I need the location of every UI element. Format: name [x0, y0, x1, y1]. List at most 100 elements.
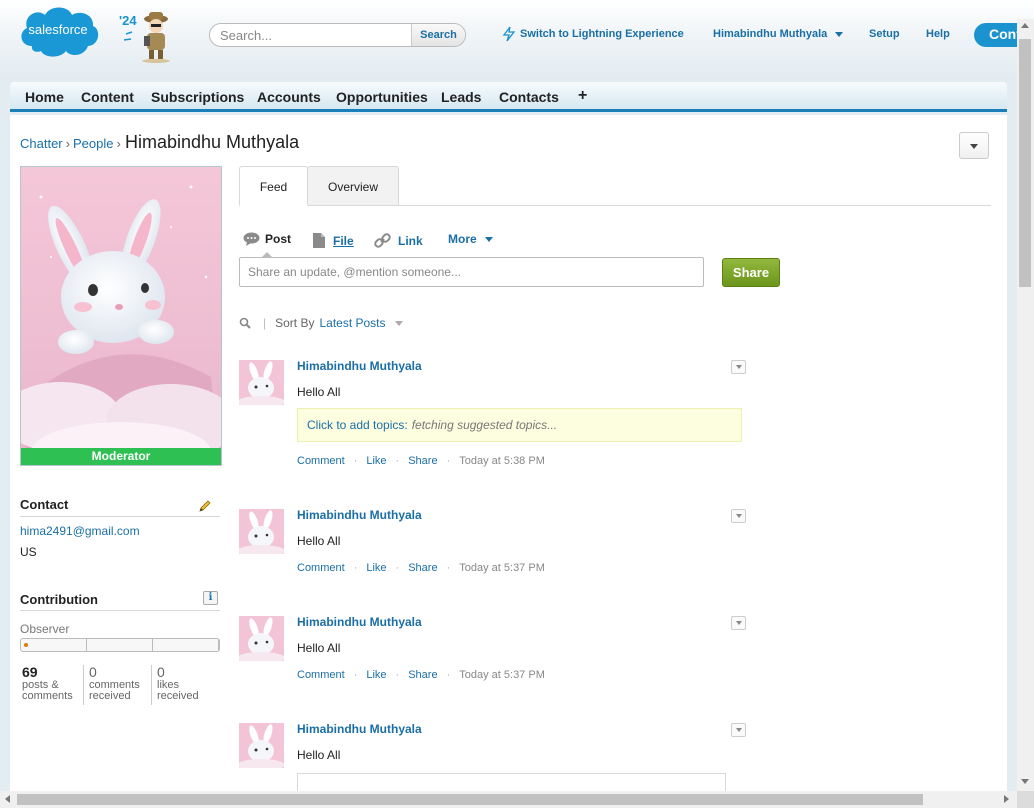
post-actions-menu[interactable]: [731, 616, 746, 630]
like-link[interactable]: Like: [366, 455, 386, 467]
publisher-link-action[interactable]: Link: [374, 232, 423, 249]
topics-status: fetching suggested topics...: [411, 418, 558, 432]
breadcrumb-chatter[interactable]: Chatter: [20, 136, 63, 151]
scroll-up-arrow-icon[interactable]: [1021, 23, 1029, 28]
search-icon[interactable]: [239, 317, 251, 329]
breadcrumb-separator: ›: [65, 136, 70, 151]
author-avatar[interactable]: [239, 360, 284, 405]
setup-link[interactable]: Setup: [869, 28, 900, 40]
comment-box[interactable]: [297, 773, 726, 791]
scroll-left-arrow-icon[interactable]: [5, 795, 10, 803]
chevron-down-icon[interactable]: [394, 320, 403, 326]
salesforce-logo[interactable]: salesforce: [18, 2, 100, 60]
help-link[interactable]: Help: [926, 28, 950, 40]
scrollbar-corner: [1017, 791, 1034, 808]
publisher-more-menu[interactable]: More: [448, 232, 493, 246]
stat-posts: 69 posts & comments: [22, 665, 73, 702]
scrollbar-thumb[interactable]: [1019, 39, 1031, 287]
share-link[interactable]: Share: [408, 669, 437, 681]
release-badge: '24: [119, 13, 137, 28]
add-topics-link[interactable]: Click to add topics:: [307, 418, 408, 432]
sort-dropdown[interactable]: Latest Posts: [319, 316, 385, 330]
post-author-link[interactable]: Himabindhu Muthyala: [297, 359, 422, 373]
tab-feed[interactable]: Feed: [239, 166, 308, 206]
speech-bubble-icon: [243, 232, 260, 246]
author-avatar[interactable]: [239, 509, 284, 554]
tab-accounts[interactable]: Accounts: [257, 89, 321, 105]
vertical-scrollbar[interactable]: [1017, 19, 1034, 791]
search-button[interactable]: Search: [411, 24, 465, 46]
profile-photo[interactable]: [20, 166, 222, 466]
tab-leads[interactable]: Leads: [441, 89, 481, 105]
post-timestamp[interactable]: Today at 5:38 PM: [459, 455, 545, 467]
moderator-badge: Moderator: [21, 448, 221, 465]
post-action-bar: Comment · Like · Share · Today at 5:38 PM: [297, 455, 545, 467]
post-actions-menu[interactable]: [731, 509, 746, 523]
post-author-link[interactable]: Himabindhu Muthyala: [297, 615, 422, 629]
topics-bar: Click to add topics: fetching suggested t…: [297, 408, 742, 442]
post-author-link[interactable]: Himabindhu Muthyala: [297, 722, 422, 736]
tab-content[interactable]: Content: [81, 89, 134, 105]
like-link[interactable]: Like: [366, 669, 386, 681]
divider: [20, 516, 220, 517]
search-input[interactable]: [210, 24, 412, 46]
post-author-link[interactable]: Himabindhu Muthyala: [297, 508, 422, 522]
tab-contacts[interactable]: Contacts: [499, 89, 559, 105]
user-menu[interactable]: Himabindhu Muthyala: [713, 28, 844, 40]
add-tab-button[interactable]: +: [578, 87, 587, 105]
comment-link[interactable]: Comment: [297, 669, 345, 681]
stat-value: 0: [89, 664, 97, 680]
scrollbar-thumb[interactable]: [17, 794, 923, 805]
post-action-bar: Comment · Like · Share · Today at 5:37 PM: [297, 562, 545, 574]
logo-text: salesforce: [28, 22, 87, 37]
author-avatar[interactable]: [239, 723, 284, 768]
scroll-right-arrow-icon[interactable]: [1004, 795, 1009, 803]
astro-mascot-icon: '24: [116, 6, 186, 64]
comment-link[interactable]: Comment: [297, 562, 345, 574]
tab-opportunities[interactable]: Opportunities: [336, 89, 428, 105]
scroll-down-arrow-icon[interactable]: [1021, 779, 1029, 784]
like-link[interactable]: Like: [366, 562, 386, 574]
tab-subscriptions[interactable]: Subscriptions: [151, 89, 244, 105]
link-chain-icon: [374, 233, 391, 248]
divider: [151, 665, 152, 705]
contribution-level: Observer: [20, 622, 70, 636]
feed-sort-bar: | Sort By Latest Posts: [239, 316, 403, 330]
post-body: Hello All: [297, 748, 341, 762]
tab-overview[interactable]: Overview: [307, 166, 399, 206]
author-avatar[interactable]: [239, 616, 284, 661]
stat-likes-received: 0 likes received: [157, 665, 199, 702]
share-link[interactable]: Share: [408, 562, 437, 574]
publisher-post-action[interactable]: Post: [243, 232, 291, 246]
share-link[interactable]: Share: [408, 455, 437, 467]
file-label: File: [333, 233, 354, 248]
tab-home[interactable]: Home: [25, 89, 64, 105]
page-title: Himabindhu Muthyala: [125, 132, 300, 152]
post-actions-menu[interactable]: [731, 360, 746, 374]
post-timestamp[interactable]: Today at 5:37 PM: [459, 562, 545, 574]
switch-to-lightning-link[interactable]: Switch to Lightning Experience: [502, 26, 684, 42]
edit-pencil-icon[interactable]: [198, 499, 212, 516]
sort-label: Sort By: [275, 316, 315, 330]
app-tab-bar: Home Content Subscriptions Accounts Oppo…: [10, 82, 1007, 112]
post-timestamp[interactable]: Today at 5:37 PM: [459, 669, 545, 681]
stat-value: 0: [157, 664, 165, 680]
email-link[interactable]: hima2491@gmail.com: [20, 524, 140, 538]
comment-link[interactable]: Comment: [297, 455, 345, 467]
horizontal-scrollbar[interactable]: [0, 791, 1034, 808]
chevron-down-icon: [970, 144, 978, 149]
breadcrumb-people[interactable]: People: [73, 136, 113, 151]
chevron-down-icon: [735, 365, 742, 369]
share-update-input[interactable]: [239, 257, 704, 287]
stat-comments-received: 0 comments received: [89, 665, 140, 702]
publisher-file-action[interactable]: File: [312, 232, 354, 249]
post-action-bar: Comment · Like · Share · Today at 5:37 PM: [297, 669, 545, 681]
post-actions-menu[interactable]: [731, 723, 746, 737]
contact-section-title: Contact: [20, 497, 69, 512]
profile-actions-menu[interactable]: [959, 132, 989, 159]
breadcrumb-separator: ›: [116, 136, 121, 151]
info-icon[interactable]: i: [203, 591, 218, 605]
user-menu-label: Himabindhu Muthyala: [713, 28, 828, 40]
stat-label: received: [89, 690, 131, 702]
share-button[interactable]: Share: [722, 258, 780, 287]
